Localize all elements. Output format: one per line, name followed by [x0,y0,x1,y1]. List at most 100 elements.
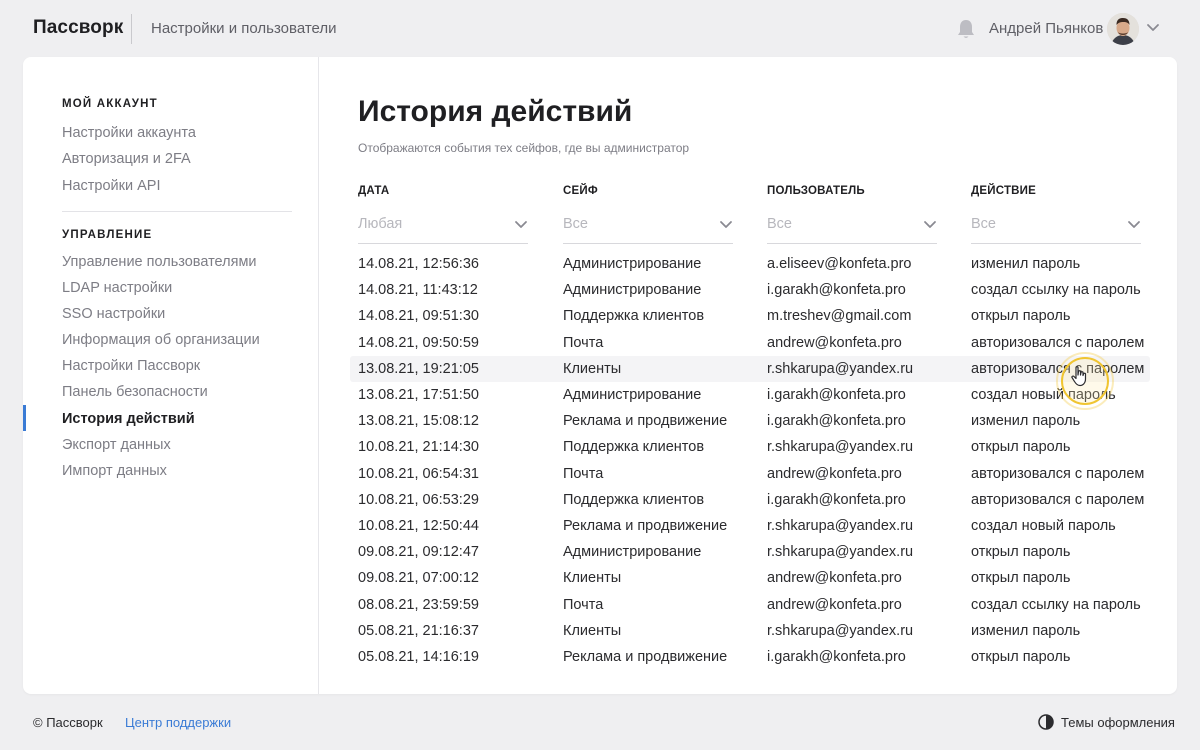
cell-action: изменил пароль [971,622,1081,639]
table-row[interactable]: 10.08.21, 21:14:30 Поддержка клиентов r.… [350,434,1150,460]
sidebar-item-passwork-settings[interactable]: Настройки Пассворк [62,358,200,374]
table-row[interactable]: 09.08.21, 09:12:47 Администрирование r.s… [350,539,1150,565]
cell-action: открыл пароль [971,544,1071,561]
cell-user: andrew@konfeta.pro [767,465,902,482]
cell-action: создал ссылку на пароль [971,596,1141,613]
cell-date: 14.08.21, 09:51:30 [358,308,479,325]
top-header: Пассворк Настройки и пользователи Андрей… [0,0,1200,57]
cell-user: r.shkarupa@yandex.ru [767,439,914,456]
sidebar-item-user-management[interactable]: Управление пользователями [62,254,257,270]
sidebar-divider [62,211,292,212]
cell-date: 09.08.21, 09:12:47 [358,544,479,561]
cell-safe: Клиенты [563,570,622,587]
table-row[interactable]: 13.08.21, 19:21:05 Клиенты r.shkarupa@ya… [350,355,1150,382]
action-filter-select[interactable]: Все [971,208,1141,244]
table-row[interactable]: 14.08.21, 11:43:12 Администрирование i.g… [350,277,1150,303]
cell-user: andrew@konfeta.pro [767,596,902,613]
section-title: Настройки и пользователи [151,20,337,37]
date-filter-select[interactable]: Любая [358,208,528,244]
support-center-link[interactable]: Центр поддержки [125,715,231,730]
safe-filter-select[interactable]: Все [563,208,733,244]
cell-date: 10.08.21, 12:50:44 [358,518,479,534]
cell-action: авторизовался с паролем [971,334,1145,351]
table-row[interactable]: 14.08.21, 09:51:30 Поддержка клиентов m.… [350,303,1150,329]
cell-date: 10.08.21, 06:53:29 [358,491,479,508]
sidebar-item-export-data[interactable]: Экспорт данных [62,437,171,453]
cell-date: 10.08.21, 06:54:31 [358,465,479,482]
cell-action: авторизовался с паролем [971,465,1145,482]
sidebar-item-import-data[interactable]: Импорт данных [62,463,167,479]
cell-safe: Клиенты [563,360,622,377]
cell-action: открыл пароль [971,570,1071,587]
cell-user: i.garakh@konfeta.pro [767,649,906,665]
cell-action: открыл пароль [971,649,1071,665]
table-row[interactable]: 09.08.21, 07:00:12 Клиенты andrew@konfet… [350,565,1150,591]
footer-copyright: © Пассворк [33,715,103,730]
cell-date: 13.08.21, 15:08:12 [358,413,479,430]
table-row[interactable]: 05.08.21, 21:16:37 Клиенты r.shkarupa@ya… [350,618,1150,644]
cell-action: создал ссылку на пароль [971,282,1141,299]
table-row[interactable]: 13.08.21, 15:08:12 Реклама и продвижение… [350,408,1150,434]
cell-safe: Почта [563,465,604,482]
cell-user: i.garakh@konfeta.pro [767,282,906,299]
table-row[interactable]: 05.08.21, 14:16:19 Реклама и продвижение… [350,644,1150,670]
column-header-action: ДЕЙСТВИЕ [971,185,1037,197]
cell-safe: Поддержка клиентов [563,439,705,456]
chevron-down-icon[interactable] [1146,22,1160,32]
chevron-down-icon [515,221,527,228]
sidebar-item-security-dashboard[interactable]: Панель безопасности [62,384,208,400]
cell-safe: Реклама и продвижение [563,649,728,665]
bell-icon[interactable] [956,18,976,40]
filter-value: Все [563,216,588,232]
cell-action: открыл пароль [971,439,1071,456]
cell-safe: Реклама и продвижение [563,413,728,430]
cell-date: 08.08.21, 23:59:59 [358,596,479,613]
sidebar-item-sso[interactable]: SSO настройки [62,306,165,322]
cell-date: 14.08.21, 12:56:36 [358,256,479,272]
table-row[interactable]: 14.08.21, 12:56:36 Администрирование a.e… [350,251,1150,277]
hand-cursor-icon [1071,366,1087,387]
table-row[interactable]: 10.08.21, 12:50:44 Реклама и продвижение… [350,513,1150,539]
column-header-safe: СЕЙФ [563,185,598,197]
avatar[interactable] [1107,13,1139,45]
cell-user: r.shkarupa@yandex.ru [767,518,914,534]
settings-sidebar: МОЙ АККАУНТ Настройки аккаунта Авторизац… [23,57,319,694]
theme-switcher[interactable]: Темы оформления [1038,713,1175,731]
cell-date: 05.08.21, 21:16:37 [358,622,479,639]
cell-action: изменил пароль [971,413,1081,430]
cell-user: i.garakh@konfeta.pro [767,387,906,403]
sidebar-item-api-settings[interactable]: Настройки API [62,178,161,194]
cell-safe: Администрирование [563,256,702,272]
user-name[interactable]: Андрей Пьянков [989,20,1103,37]
sidebar-item-activity-history[interactable]: История действий [62,411,195,427]
table-row[interactable]: 14.08.21, 09:50:59 Почта andrew@konfeta.… [350,330,1150,356]
cell-action: создал новый пароль [971,518,1116,534]
cell-safe: Администрирование [563,544,702,561]
cell-user: a.eliseev@konfeta.pro [767,256,912,272]
contrast-icon [1038,714,1054,730]
chevron-down-icon [720,221,732,228]
table-row[interactable]: 13.08.21, 17:51:50 Администрирование i.g… [350,382,1150,408]
filter-value: Все [767,216,792,232]
cell-safe: Администрирование [563,282,702,299]
sidebar-active-indicator [23,405,26,431]
cell-date: 09.08.21, 07:00:12 [358,570,479,587]
table-row[interactable]: 10.08.21, 06:53:29 Поддержка клиентов i.… [350,487,1150,513]
cell-date: 13.08.21, 17:51:50 [358,387,479,403]
sidebar-item-ldap[interactable]: LDAP настройки [62,280,172,296]
app-logo[interactable]: Пассворк [33,17,123,39]
cell-safe: Почта [563,596,604,613]
sidebar-item-auth-2fa[interactable]: Авторизация и 2FA [62,151,191,167]
sidebar-item-account-settings[interactable]: Настройки аккаунта [62,125,196,141]
chevron-down-icon [924,221,936,228]
cell-action: изменил пароль [971,256,1081,272]
table-row[interactable]: 10.08.21, 06:54:31 Почта andrew@konfeta.… [350,461,1150,487]
table-row[interactable]: 08.08.21, 23:59:59 Почта andrew@konfeta.… [350,592,1150,618]
user-filter-select[interactable]: Все [767,208,937,244]
sidebar-item-organization-info[interactable]: Информация об организации [62,332,260,348]
sidebar-group-management: УПРАВЛЕНИЕ [62,229,153,241]
column-header-user: ПОЛЬЗОВАТЕЛЬ [767,185,865,197]
cell-date: 13.08.21, 19:21:05 [358,360,479,377]
content-card: МОЙ АККАУНТ Настройки аккаунта Авторизац… [23,57,1177,694]
page-subtitle: Отображаются события тех сейфов, где вы … [358,141,690,155]
